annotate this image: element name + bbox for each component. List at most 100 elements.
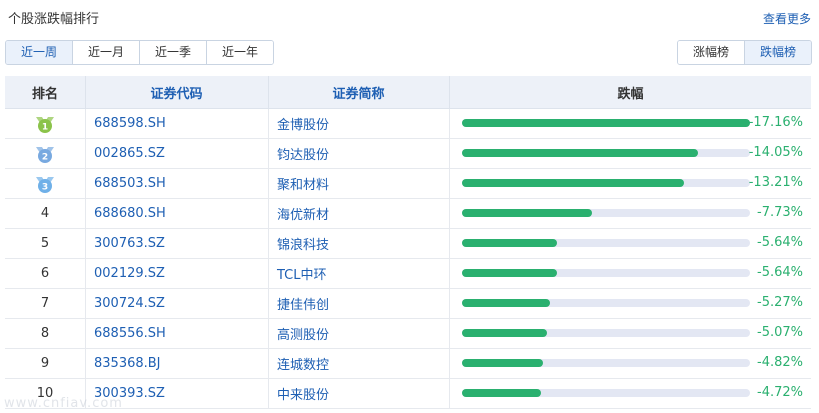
change-bar-fill bbox=[462, 269, 557, 277]
rank-number: 5 bbox=[40, 236, 50, 251]
rank-cell: 9 bbox=[5, 348, 86, 379]
table-row[interactable]: 3 688503.SH 聚和材料 -13.21% bbox=[5, 168, 811, 199]
security-name-link[interactable]: 钧达股份 bbox=[268, 138, 450, 169]
security-name-link[interactable]: TCL中环 bbox=[268, 258, 450, 289]
change-cell: -4.82% bbox=[449, 348, 811, 379]
medal-rank-text: 2 bbox=[42, 152, 48, 162]
security-code-link[interactable]: 300393.SZ bbox=[85, 378, 269, 409]
page-title: 个股涨跌幅排行 bbox=[8, 12, 100, 27]
tab-quarter[interactable]: 近一季 bbox=[139, 41, 207, 64]
rank-number: 8 bbox=[40, 326, 50, 341]
change-bar-track bbox=[462, 239, 750, 247]
security-name-link[interactable]: 中来股份 bbox=[268, 378, 450, 409]
change-bar-fill bbox=[462, 299, 551, 307]
table-row[interactable]: 6 002129.SZ TCL中环 -5.64% bbox=[5, 258, 811, 289]
rank-number: 9 bbox=[40, 356, 50, 371]
security-name-link[interactable]: 金博股份 bbox=[268, 108, 450, 139]
security-code-link[interactable]: 300763.SZ bbox=[85, 228, 269, 259]
security-code-link[interactable]: 300724.SZ bbox=[85, 288, 269, 319]
security-code-link[interactable]: 688680.SH bbox=[85, 198, 269, 229]
security-code-link[interactable]: 688598.SH bbox=[85, 108, 269, 139]
table-row[interactable]: 4 688680.SH 海优新材 -7.73% bbox=[5, 198, 811, 229]
change-bar-fill bbox=[462, 239, 557, 247]
view-more-link[interactable]: 查看更多 bbox=[763, 10, 811, 27]
change-bar-track bbox=[462, 269, 750, 277]
change-cell: -5.07% bbox=[449, 318, 811, 349]
security-code-link[interactable]: 002865.SZ bbox=[85, 138, 269, 169]
col-header-code: 证券代码 bbox=[85, 76, 269, 109]
medal-icon: 2 bbox=[36, 146, 54, 163]
rank-cell: 6 bbox=[5, 258, 86, 289]
change-bar-track bbox=[462, 209, 750, 217]
change-bar-fill bbox=[462, 179, 684, 187]
change-bar-fill bbox=[462, 329, 548, 337]
table-body: 1 688598.SH 金博股份 -17.16% 2 002865.SZ 钧达股份 -14.0… bbox=[5, 108, 811, 409]
security-code-link[interactable]: 002129.SZ bbox=[85, 258, 269, 289]
table-row[interactable]: 7 300724.SZ 捷佳伟创 -5.27% bbox=[5, 288, 811, 319]
table-row[interactable]: 1 688598.SH 金博股份 -17.16% bbox=[5, 108, 811, 139]
rank-cell: 5 bbox=[5, 228, 86, 259]
col-header-rank: 排名 bbox=[5, 76, 86, 109]
change-value: -13.21% bbox=[748, 175, 803, 190]
change-bar-fill bbox=[462, 389, 542, 397]
rank-cell: 2 bbox=[5, 138, 86, 169]
security-name-link[interactable]: 海优新材 bbox=[268, 198, 450, 229]
change-value: -4.82% bbox=[757, 355, 803, 370]
change-cell: -5.27% bbox=[449, 288, 811, 319]
change-bar-track bbox=[462, 299, 750, 307]
change-value: -5.07% bbox=[757, 325, 803, 340]
rank-number: 6 bbox=[40, 266, 50, 281]
change-value: -4.72% bbox=[757, 385, 803, 400]
change-cell: -14.05% bbox=[449, 138, 811, 169]
change-bar-track bbox=[462, 359, 750, 367]
table-row[interactable]: 8 688556.SH 高测股份 -5.07% bbox=[5, 318, 811, 349]
change-bar-fill bbox=[462, 119, 750, 127]
change-cell: -13.21% bbox=[449, 168, 811, 199]
change-bar-track bbox=[462, 149, 750, 157]
table-header-row: 排名 证券代码 证券简称 跌幅 bbox=[5, 76, 811, 109]
medal-rank-text: 1 bbox=[42, 122, 48, 132]
security-name-link[interactable]: 捷佳伟创 bbox=[268, 288, 450, 319]
security-code-link[interactable]: 835368.BJ bbox=[85, 348, 269, 379]
change-value: -5.64% bbox=[757, 265, 803, 280]
col-header-name: 证券简称 bbox=[268, 76, 450, 109]
change-cell: -5.64% bbox=[449, 258, 811, 289]
tab-week[interactable]: 近一周 bbox=[6, 41, 73, 64]
rank-number: 10 bbox=[36, 386, 54, 401]
security-code-link[interactable]: 688556.SH bbox=[85, 318, 269, 349]
table-row[interactable]: 9 835368.BJ 连城数控 -4.82% bbox=[5, 348, 811, 379]
change-cell: -7.73% bbox=[449, 198, 811, 229]
rank-cell: 7 bbox=[5, 288, 86, 319]
table-row[interactable]: 5 300763.SZ 锦浪科技 -5.64% bbox=[5, 228, 811, 259]
change-cell: -17.16% bbox=[449, 108, 811, 139]
tab-gainers[interactable]: 涨幅榜 bbox=[677, 41, 744, 64]
table-row[interactable]: 10 300393.SZ 中来股份 -4.72% bbox=[5, 378, 811, 409]
change-bar-fill bbox=[462, 149, 698, 157]
change-value: -5.64% bbox=[757, 235, 803, 250]
medal-icon: 3 bbox=[36, 176, 54, 193]
rank-tabs: 涨幅榜 跌幅榜 bbox=[676, 40, 812, 65]
period-tabs: 近一周 近一月 近一季 近一年 bbox=[5, 40, 275, 65]
security-name-link[interactable]: 聚和材料 bbox=[268, 168, 450, 199]
change-bar-track bbox=[462, 389, 750, 397]
rank-number: 7 bbox=[40, 296, 50, 311]
tab-losers[interactable]: 跌幅榜 bbox=[743, 41, 811, 64]
security-name-link[interactable]: 锦浪科技 bbox=[268, 228, 450, 259]
security-name-link[interactable]: 连城数控 bbox=[268, 348, 450, 379]
security-name-link[interactable]: 高测股份 bbox=[268, 318, 450, 349]
rank-cell: 8 bbox=[5, 318, 86, 349]
medal-icon: 1 bbox=[36, 116, 54, 133]
table-row[interactable]: 2 002865.SZ 钧达股份 -14.05% bbox=[5, 138, 811, 169]
change-bar-track bbox=[462, 329, 750, 337]
change-cell: -5.64% bbox=[449, 228, 811, 259]
col-header-change: 跌幅 bbox=[449, 76, 811, 109]
change-bar-track bbox=[462, 119, 750, 127]
rank-cell: 4 bbox=[5, 198, 86, 229]
change-bar-track bbox=[462, 179, 750, 187]
change-value: -14.05% bbox=[748, 145, 803, 160]
security-code-link[interactable]: 688503.SH bbox=[85, 168, 269, 199]
change-bar-fill bbox=[462, 209, 592, 217]
tab-year[interactable]: 近一年 bbox=[206, 41, 274, 64]
tab-month[interactable]: 近一月 bbox=[72, 41, 140, 64]
ranking-table: 排名 证券代码 证券简称 跌幅 1 688598.SH 金博股份 -17.16% 2 00… bbox=[5, 76, 811, 409]
